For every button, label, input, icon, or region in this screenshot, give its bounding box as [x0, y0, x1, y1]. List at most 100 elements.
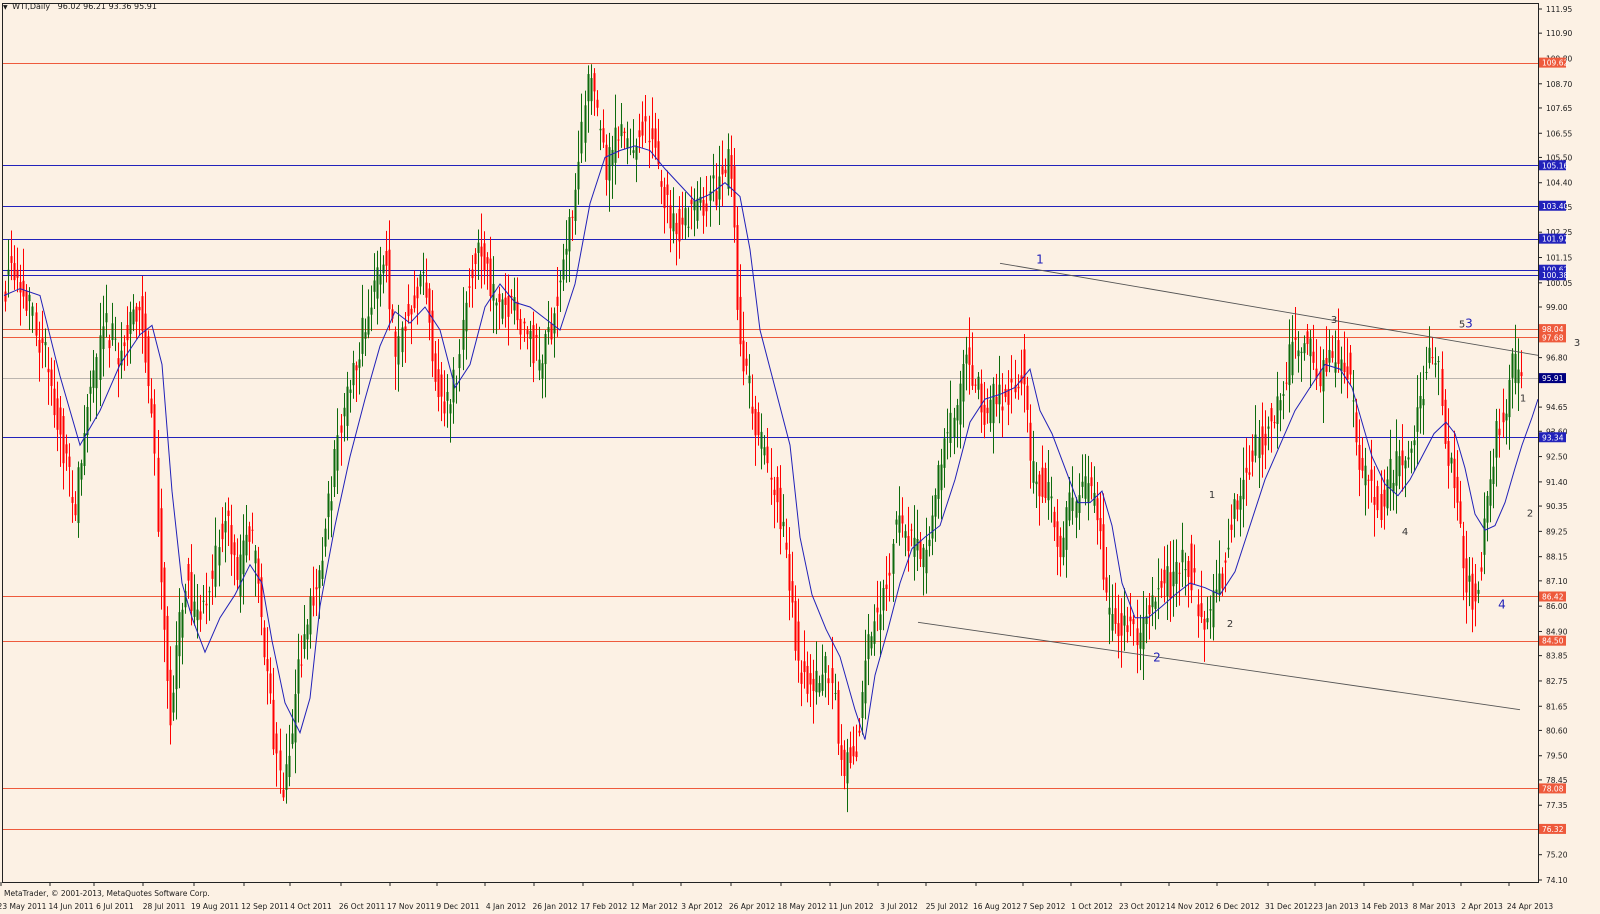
candle [1218, 540, 1221, 602]
candle-body [230, 525, 233, 555]
candle [407, 284, 410, 324]
candle [1373, 466, 1376, 537]
level-tag-101-97: 101.97 [1539, 233, 1568, 244]
candle-body [663, 187, 666, 209]
candle-body [346, 386, 349, 426]
candle [696, 181, 699, 229]
candle-body [535, 334, 538, 338]
y-tick-label: 107.65 [1546, 104, 1572, 113]
candle [1434, 347, 1437, 378]
candle-body [678, 208, 681, 242]
candle [827, 665, 830, 705]
y-tick-label: 92.50 [1546, 453, 1568, 462]
wave-label-1: 1 [1209, 490, 1215, 501]
candle-body [483, 243, 486, 271]
candle-body [1178, 572, 1181, 574]
candle [1014, 359, 1017, 399]
chart-window[interactable]: 1212345341234 111.95110.90109.80108.7010… [0, 0, 1600, 914]
candle-body [1193, 568, 1196, 573]
candle [721, 140, 724, 207]
candle [1065, 501, 1068, 578]
candle-body [1505, 413, 1508, 421]
candle-body [175, 645, 178, 690]
candle-body [1242, 479, 1245, 500]
candle-body [858, 730, 861, 733]
candle-body [13, 263, 16, 281]
candle [166, 606, 169, 709]
x-tick-label: 28 Jul 2011 [143, 902, 186, 911]
level-tag-text: 97.68 [1542, 333, 1564, 342]
candle [504, 273, 507, 328]
candle-body [538, 359, 541, 371]
candle [1315, 339, 1318, 391]
candle [352, 350, 355, 399]
candle [336, 408, 339, 494]
candle-body [644, 116, 647, 122]
candle-body [736, 225, 739, 310]
x-tick-label: 14 Jun 2011 [48, 902, 93, 911]
candle [870, 631, 873, 656]
candle [83, 405, 86, 476]
candle [1020, 349, 1023, 396]
candle [779, 465, 782, 555]
candle-body [544, 333, 547, 365]
candle-body [1462, 535, 1465, 569]
candle-body [523, 321, 526, 324]
candle [684, 192, 687, 240]
candle [898, 486, 901, 546]
candle [211, 554, 214, 605]
candle-body [806, 665, 809, 694]
x-tick-label: 26 Apr 2012 [729, 902, 776, 911]
candle [123, 335, 126, 371]
wave-label-4: 4 [1402, 527, 1408, 538]
candle [580, 93, 583, 163]
x-tick-label: 6 Jul 2011 [96, 902, 134, 911]
candle [1258, 419, 1261, 488]
candle [1495, 408, 1498, 487]
candle [510, 289, 513, 314]
candle [632, 119, 635, 159]
wave-count-labels: 1212345341234 [1036, 252, 1580, 664]
y-tick-label: 104.40 [1546, 179, 1572, 188]
candle-body [190, 572, 193, 611]
candle-body [282, 789, 285, 798]
candle-body [1306, 331, 1309, 345]
chart-menu-triangle-icon[interactable]: ▼ [3, 4, 8, 11]
candle-body [4, 291, 7, 302]
candle-body [1187, 560, 1190, 577]
candle-body [519, 318, 522, 335]
candle [623, 127, 626, 150]
candle-body [1483, 518, 1486, 555]
candle-body [1212, 590, 1215, 628]
candle [99, 302, 102, 407]
candle-body [1312, 351, 1315, 363]
x-tick-label: 24 Apr 2013 [1507, 902, 1554, 911]
wti-daily-candlestick-chart[interactable]: 1212345341234 111.95110.90109.80108.7010… [0, 0, 1600, 914]
candle-body [251, 529, 254, 531]
candle-body [428, 288, 431, 323]
candle-body [443, 401, 446, 414]
candle-body [1474, 583, 1477, 602]
candle-body [361, 317, 364, 354]
candle-body [480, 246, 483, 257]
candle [1337, 308, 1340, 373]
candle [1075, 497, 1078, 539]
wave-label-2: 2 [1227, 619, 1233, 630]
candle [550, 307, 553, 345]
candle [587, 65, 590, 133]
candle-body [824, 656, 827, 673]
candle [1068, 477, 1071, 527]
candle-body [1380, 493, 1383, 520]
candle-body [980, 383, 983, 413]
candle [882, 579, 885, 631]
candle-body [937, 465, 940, 499]
candle [7, 239, 10, 298]
candle-body [1224, 560, 1227, 563]
candle-body [1343, 362, 1346, 373]
candle-body [440, 374, 443, 397]
chart-header: ▼ WTI,Daily 96.02 96.21 93.36 95.91 [3, 2, 157, 11]
candle-body [766, 446, 769, 464]
candle-body [1520, 372, 1523, 377]
candle [1437, 356, 1440, 396]
candle [800, 660, 803, 707]
